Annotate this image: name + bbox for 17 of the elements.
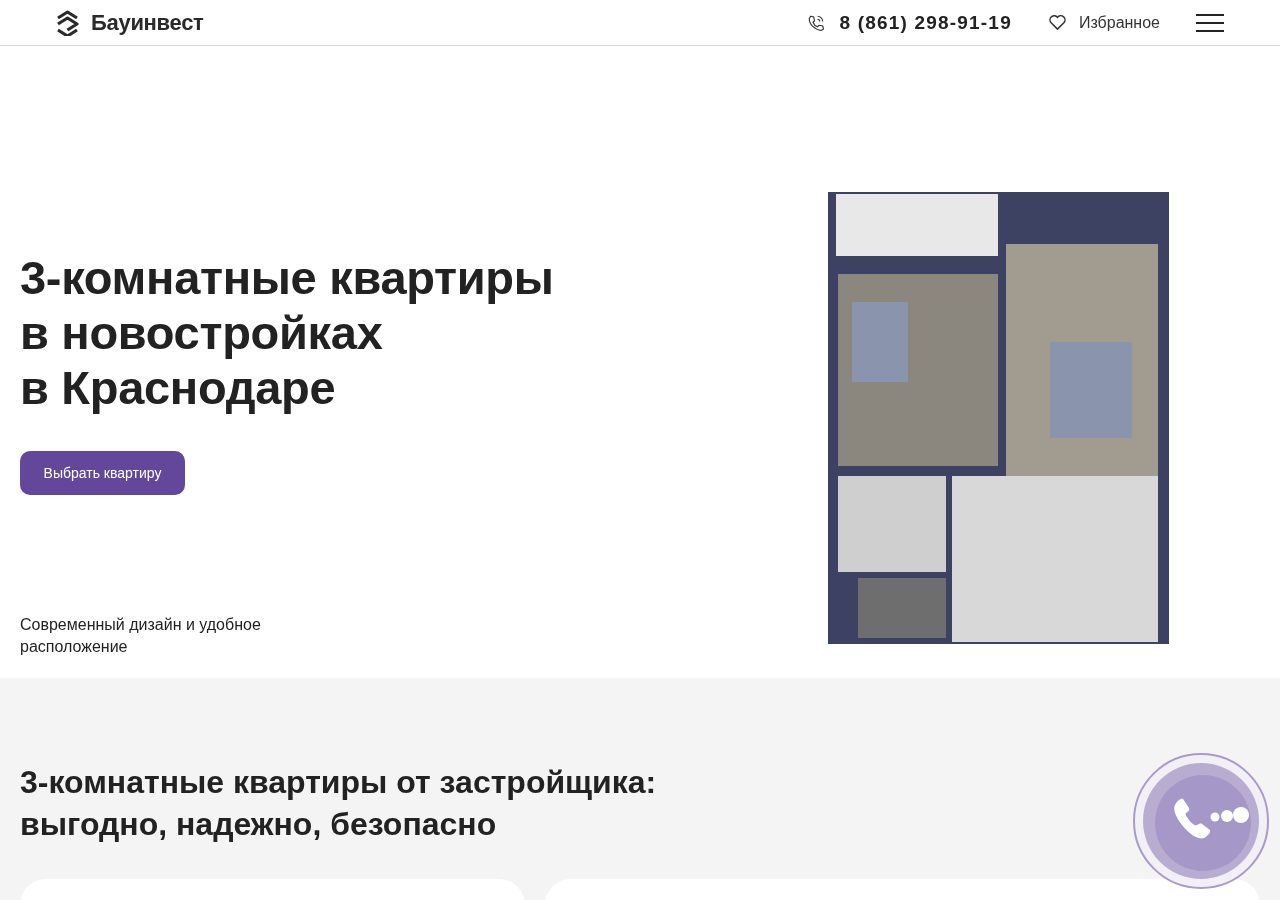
logo-icon <box>54 9 81 36</box>
section-title-line: выгодно, надежно, безопасно <box>20 805 497 844</box>
menu-button[interactable] <box>1196 13 1224 32</box>
logo-link[interactable]: Бауинвест <box>54 9 204 36</box>
hero-subtitle: Современный дизайн и удобное расположение <box>20 615 262 657</box>
phone-call-icon <box>1133 753 1269 889</box>
heart-icon <box>1047 14 1067 31</box>
phone-link[interactable]: 8 (861) 298-91-19 <box>807 11 1012 34</box>
callback-button[interactable] <box>1133 753 1269 892</box>
favorites-link[interactable]: Избранное <box>1047 13 1160 32</box>
hero-title-line: в новостройках <box>20 305 383 360</box>
phone-icon <box>807 13 826 32</box>
section-title-line: 3-комнатные квартиры от застройщика: <box>20 763 657 802</box>
hero-title-line: в Краснодаре <box>20 360 336 415</box>
menu-icon <box>1196 13 1224 32</box>
choose-apartment-button[interactable]: Выбрать квартиру <box>20 451 185 495</box>
hero-title-line: 3-комнатные квартиры <box>20 250 554 305</box>
